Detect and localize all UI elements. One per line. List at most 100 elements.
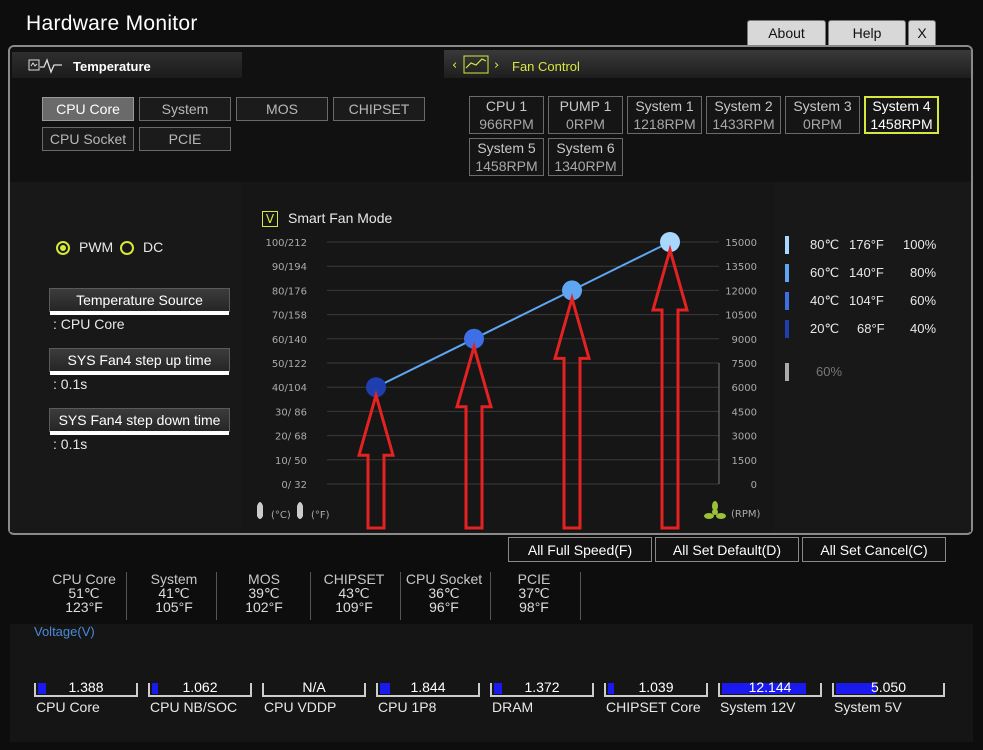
y-left-tick-label: 40/104 xyxy=(272,383,307,394)
red-annotation-arrow xyxy=(651,244,689,530)
step-up-time-button[interactable]: SYS Fan4 step up time xyxy=(49,348,230,375)
voltage-bar: N/A xyxy=(262,679,366,697)
voltage-value: 1.062 xyxy=(182,679,218,695)
legend-percent: 80% xyxy=(910,265,937,280)
fan-system-2[interactable]: System 2 1433RPM xyxy=(706,96,781,134)
legend-temp-f: 176°F xyxy=(849,237,884,252)
stat-name: CHIPSET xyxy=(323,571,385,587)
voltage-name: CPU VDDP xyxy=(264,699,337,715)
stat-pcie: PCIE 37℃ 98°F xyxy=(496,572,572,614)
step-down-time-button[interactable]: SYS Fan4 step down time xyxy=(49,408,230,435)
stat-cpu-core: CPU Core 51℃ 123°F xyxy=(46,572,122,614)
legend-percent: 100% xyxy=(903,237,937,252)
fan-system-3[interactable]: System 3 0RPM xyxy=(785,96,860,134)
source-cpu-socket[interactable]: CPU Socket xyxy=(42,127,134,151)
fan-blade xyxy=(716,513,726,519)
temperature-graph-icon xyxy=(28,57,64,75)
stat-celsius: 41℃ xyxy=(158,585,190,601)
stat-divider xyxy=(400,572,401,620)
source-pcie[interactable]: PCIE xyxy=(139,127,231,151)
thermometer-icon xyxy=(297,502,303,519)
stat-cpu-socket: CPU Socket 36℃ 96°F xyxy=(402,572,486,614)
dc-radio[interactable] xyxy=(120,241,134,255)
y-right-tick-label: 1500 xyxy=(732,456,757,467)
fan-control-tab-label: Fan Control xyxy=(512,59,580,74)
stat-name: CPU Socket xyxy=(405,571,483,587)
fan-pump-1[interactable]: PUMP 1 0RPM xyxy=(548,96,623,134)
y-right-tick-label: 3000 xyxy=(732,432,757,443)
source-chipset[interactable]: CHIPSET xyxy=(333,97,425,121)
fan-curve-chart[interactable]: 100/212 1500090/194 1350080/176 1200070/158… xyxy=(241,228,774,533)
voltage-value: 5.050 xyxy=(870,679,907,695)
fan-system-5[interactable]: System 5 1458RPM xyxy=(469,138,544,176)
fan-icon xyxy=(704,501,726,519)
fan-name: System 3 xyxy=(793,98,852,114)
fan-name: System 4 xyxy=(872,98,931,114)
app-title: Hardware Monitor xyxy=(26,12,198,35)
all-set-default-button[interactable]: All Set Default(D) xyxy=(655,537,799,562)
fan-rpm: 0RPM xyxy=(803,116,842,132)
fan-cpu-1[interactable]: CPU 1 966RPM xyxy=(469,96,544,134)
voltage-bar: 5.050 xyxy=(832,679,945,697)
step-down-time-value: : 0.1s xyxy=(53,436,88,452)
y-right-tick-label: 15000 xyxy=(725,238,757,249)
curve-legend-area xyxy=(774,182,971,532)
fan-rpm: 966RPM xyxy=(479,116,534,132)
temperature-source-button[interactable]: Temperature Source xyxy=(49,288,230,315)
fan-system-1[interactable]: System 1 1218RPM xyxy=(627,96,702,134)
y-right-tick-label: 9000 xyxy=(732,335,757,346)
stat-celsius: 39℃ xyxy=(248,585,280,601)
red-annotation-arrow xyxy=(357,389,395,530)
stat-divider xyxy=(490,572,491,620)
legend-temp-c: 60℃ xyxy=(810,265,840,280)
pwm-radio[interactable] xyxy=(56,241,70,255)
smart-fan-label: Smart Fan Mode xyxy=(288,210,393,226)
stat-name: MOS xyxy=(248,571,280,587)
y-right-tick-label: 4500 xyxy=(732,407,757,418)
stat-celsius: 51℃ xyxy=(68,585,100,601)
stat-mos: MOS 39℃ 102°F xyxy=(226,572,302,614)
svg-text:›: › xyxy=(494,58,499,73)
y-right-tick-label: 13500 xyxy=(725,262,757,273)
red-annotation-arrow xyxy=(455,341,493,530)
fan-rpm: 1340RPM xyxy=(554,158,617,174)
temperature-tab-label: Temperature xyxy=(73,59,151,74)
y-right-tick-label: 12000 xyxy=(725,286,757,297)
fan-system-4[interactable]: System 4 1458RPM xyxy=(864,96,939,134)
fan-rpm: 0RPM xyxy=(566,116,605,132)
legend-swatch xyxy=(785,363,789,381)
smart-fan-checkbox[interactable]: V xyxy=(262,211,278,227)
voltage-name: System 12V xyxy=(720,699,796,715)
source-cpu-core[interactable]: CPU Core xyxy=(42,97,134,121)
about-button[interactable]: About xyxy=(747,20,826,46)
thermometer-icon xyxy=(257,502,263,519)
voltage-name: CPU Core xyxy=(36,699,100,715)
help-button[interactable]: Help xyxy=(828,20,906,46)
legend-temp-c: 80℃ xyxy=(810,237,840,252)
voltage-title: Voltage(V) xyxy=(34,624,95,639)
stat-celsius: 36℃ xyxy=(428,585,460,601)
close-button[interactable]: X xyxy=(908,20,936,46)
legend-swatch xyxy=(785,292,789,310)
stat-system: System 41℃ 105°F xyxy=(136,572,212,614)
fan-system-6[interactable]: System 6 1340RPM xyxy=(548,138,623,176)
legend-percent: 40% xyxy=(910,321,937,336)
y-left-tick-label: 70/158 xyxy=(272,311,307,322)
fan-rpm: 1218RPM xyxy=(633,116,696,132)
y-right-tick-label: 10500 xyxy=(725,311,757,322)
stat-celsius: 37℃ xyxy=(518,585,550,601)
y-right-tick-label: 7500 xyxy=(732,359,757,370)
legend-swatch xyxy=(785,236,789,254)
voltage-value: 12.144 xyxy=(748,679,792,695)
all-full-speed-button[interactable]: All Full Speed(F) xyxy=(508,537,652,562)
temperature-source-value: : CPU Core xyxy=(53,316,125,332)
voltage-value: 1.388 xyxy=(68,679,104,695)
pwm-label: PWM xyxy=(79,239,114,255)
voltage-bar: 12.144 xyxy=(718,679,822,697)
voltage-bar: 1.372 xyxy=(490,679,594,697)
source-system[interactable]: System xyxy=(139,97,231,121)
voltage-value: 1.372 xyxy=(524,679,560,695)
all-set-cancel-button[interactable]: All Set Cancel(C) xyxy=(802,537,946,562)
source-mos[interactable]: MOS xyxy=(236,97,328,121)
legend-swatch xyxy=(785,320,789,338)
